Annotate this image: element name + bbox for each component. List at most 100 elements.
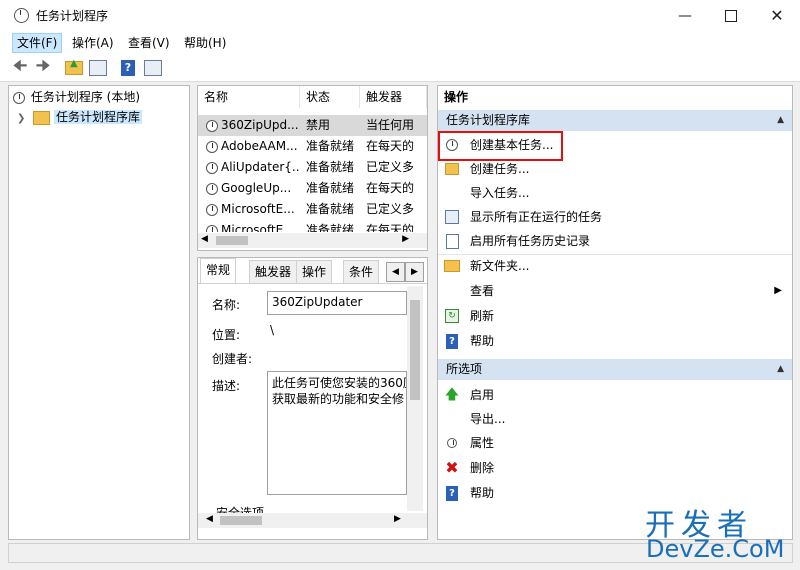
collapse-caret-icon[interactable]: ▲ [777,110,784,131]
table-row[interactable]: 360ZipUpd... 禁用 当任何用 [198,115,427,136]
minimize-button[interactable]: — [662,0,708,31]
folder-clock-icon [33,110,51,125]
expand-chevron-icon[interactable]: ❯ [17,113,25,124]
action-label: 显示所有正在运行的任务 [470,210,603,224]
tab-scroll-left-icon[interactable]: ◀ [386,262,405,282]
action-create-task[interactable]: 创建任务... [438,157,792,181]
forward-icon[interactable]: 🠊 [33,56,53,78]
task-status: 准备就绪 [306,139,355,153]
tree-item-task-library[interactable]: ❯ 任务计划程序库 [17,108,143,126]
task-trigger: 在每天的 [366,223,415,232]
delete-icon: ✖ [445,458,459,477]
task-name: AdobeAAM... [221,139,298,153]
task-clock-icon [206,199,220,220]
action-label: 属性 [470,436,495,450]
action-new-folder[interactable]: 新文件夹... [438,254,792,278]
column-header-trigger[interactable]: 触发器 [360,86,427,108]
tab-triggers[interactable]: 触发器 [249,260,298,283]
task-name: MicrosoftE... [221,223,295,232]
help-toolbar-icon[interactable]: ? [118,58,138,78]
tab-general[interactable]: 常规 [200,258,237,284]
column-header-name[interactable]: 名称 [198,86,300,108]
task-clock-icon [206,157,220,178]
scroll-left-icon[interactable]: ◀ [206,514,213,524]
action-export[interactable]: 导出... [438,407,792,431]
scroll-thumb[interactable] [410,300,420,400]
action-delete[interactable]: ✖ 删除 [438,456,792,480]
action-import-task[interactable]: 导入任务... [438,181,792,205]
section-title: 所选项 [446,362,483,376]
close-button[interactable]: ✕ [754,0,800,31]
action-help[interactable]: ? 帮助 [438,329,792,353]
task-name: GoogleUp... [221,181,292,195]
watermark-domain: DevZe.CoM [646,535,785,563]
running-tasks-icon [444,209,460,225]
actions-pane-title: 操作 [444,90,469,104]
scroll-right-icon[interactable]: ▶ [394,514,401,524]
scroll-right-icon[interactable]: ▶ [402,234,409,244]
tab-conditions[interactable]: 条件 [343,260,380,283]
table-row[interactable]: MicrosoftE... 准备就绪 在每天的 [198,220,427,232]
action-enable[interactable]: 🡅 启用 [438,383,792,407]
collapse-caret-icon[interactable]: ▲ [777,359,784,380]
column-header-status[interactable]: 状态 [300,86,360,108]
navigation-tree: 任务计划程序 (本地) ❯ 任务计划程序库 [8,85,190,540]
table-row[interactable]: MicrosoftE... 准备就绪 已定义多 [198,199,427,220]
task-trigger: 已定义多 [366,160,415,174]
section-header-task-library[interactable]: 任务计划程序库 ▲ [438,110,792,131]
show-hide-tree-icon[interactable] [88,58,108,78]
show-hide-action-pane-icon[interactable] [143,58,163,78]
action-view[interactable]: 查看 ▶ [438,279,792,303]
scheduler-clock-icon [13,91,25,104]
action-label: 查看 [470,284,495,298]
app-clock-icon [14,8,29,23]
history-icon [444,233,460,249]
task-list-hscrollbar[interactable]: ◀ ▶ [198,233,427,248]
up-folder-icon[interactable]: ▲ [64,58,84,78]
details-vscrollbar[interactable] [407,286,423,511]
details-hscrollbar[interactable]: ◀ ▶ [198,513,427,528]
task-clock-icon [206,136,220,157]
tree-root[interactable]: 任务计划程序 (本地) [13,88,142,106]
tab-scroll-right-icon[interactable]: ▶ [405,262,424,282]
task-name: AliUpdater{... [221,160,299,174]
task-clock-icon [206,178,220,199]
action-enable-history[interactable]: 启用所有任务历史记录 [438,229,792,253]
name-field[interactable]: 360ZipUpdater [267,291,407,315]
back-icon[interactable]: 🠈 [10,56,30,78]
tree-item-label: 任务计划程序库 [54,110,143,124]
action-refresh[interactable]: ↻ 刷新 [438,304,792,328]
table-row[interactable]: AliUpdater{... 准备就绪 已定义多 [198,157,427,178]
tab-actions[interactable]: 操作 [296,260,333,283]
menu-help[interactable]: 帮助(H) [180,34,230,52]
table-row[interactable]: AdobeAAM... 准备就绪 在每天的 [198,136,427,157]
task-trigger: 在每天的 [366,181,415,195]
scroll-thumb[interactable] [216,236,248,245]
maximize-button[interactable] [708,0,754,31]
scroll-left-icon[interactable]: ◀ [201,234,208,244]
scroll-thumb[interactable] [220,516,262,525]
action-label: 帮助 [470,334,495,348]
action-show-running[interactable]: 显示所有正在运行的任务 [438,205,792,229]
help-icon: ? [444,485,460,501]
toolbar: 🠈 🠊 ▲ ? [0,54,800,82]
description-line-1: 此任务可使您安装的360压 [272,376,407,390]
title-bar: 任务计划程序 — ✕ [0,0,800,31]
menu-view[interactable]: 查看(V) [124,34,174,52]
menu-file[interactable]: 文件(F) [12,33,63,53]
action-properties[interactable]: 属性 [438,431,792,455]
action-label: 导出... [470,412,506,426]
section-header-selected-item[interactable]: 所选项 ▲ [438,359,792,380]
description-label: 描述: [212,379,241,393]
description-field[interactable]: 此任务可使您安装的360压 获取最新的功能和安全修 [267,371,407,495]
task-name: MicrosoftE... [221,202,295,216]
author-label: 创建者: [212,352,253,366]
task-trigger: 当任何用 [366,118,415,132]
task-trigger: 已定义多 [366,202,415,216]
submenu-arrow-icon: ▶ [774,285,782,296]
task-name: 360ZipUpd... [221,118,299,132]
menu-action[interactable]: 操作(A) [68,34,118,52]
location-label: 位置: [212,328,241,342]
task-status: 准备就绪 [306,160,355,174]
table-row[interactable]: GoogleUp... 准备就绪 在每天的 [198,178,427,199]
